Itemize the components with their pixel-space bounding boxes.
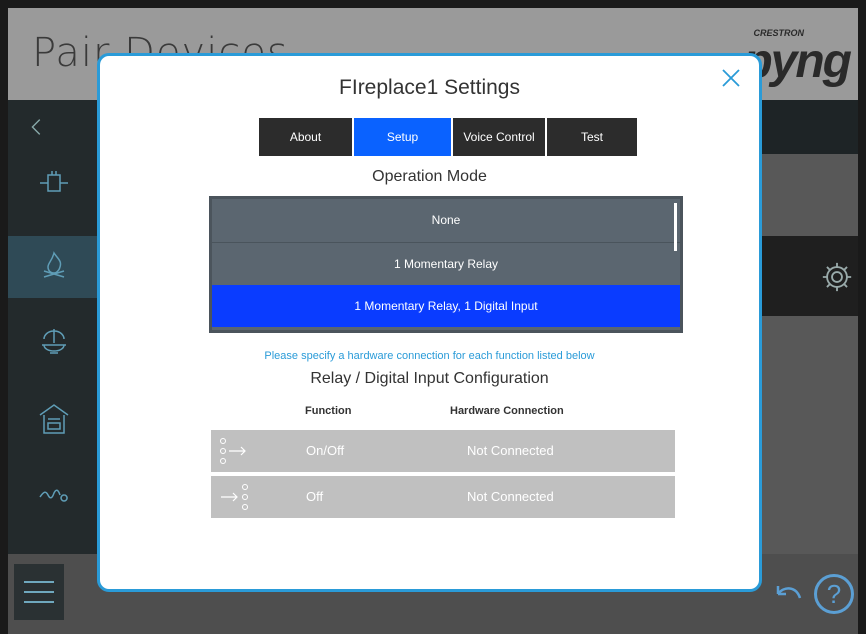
- tab-setup[interactable]: Setup: [354, 118, 451, 156]
- gear-icon[interactable]: [820, 260, 854, 294]
- operation-mode-list[interactable]: None 1 Momentary Relay 1 Momentary Relay…: [209, 196, 683, 333]
- relay-icon: [40, 171, 68, 192]
- sidebar-item-signal[interactable]: [8, 464, 100, 526]
- menu-button[interactable]: [14, 564, 64, 620]
- hardware-value: Not Connected: [467, 489, 554, 504]
- settings-dialog: FIreplace1 Settings About Setup Voice Co…: [97, 53, 762, 592]
- tab-bar: About Setup Voice Control Test: [259, 118, 637, 156]
- tab-voice-control[interactable]: Voice Control: [453, 118, 545, 156]
- close-button[interactable]: [719, 66, 743, 90]
- mode-option-relay-digital-input[interactable]: 1 Momentary Relay, 1 Digital Input: [212, 285, 680, 327]
- back-button[interactable]: [8, 104, 100, 150]
- function-value: Off: [306, 489, 324, 504]
- config-row[interactable]: On/Off Not Connected: [211, 430, 675, 472]
- sidebar-item-fountain[interactable]: [8, 310, 100, 372]
- list-scrollbar[interactable]: [674, 203, 677, 251]
- digital-input-icon: [219, 482, 253, 512]
- signal-icon: [39, 489, 68, 502]
- sidebar-item-relay[interactable]: [8, 152, 100, 214]
- undo-icon[interactable]: [772, 580, 806, 614]
- operation-mode-label: Operation Mode: [372, 168, 487, 185]
- tab-test[interactable]: Test: [547, 118, 637, 156]
- help-button[interactable]: ?: [814, 574, 854, 614]
- mode-option-momentary-relay[interactable]: 1 Momentary Relay: [212, 242, 680, 284]
- hardware-column-header: Hardware Connection: [450, 405, 564, 417]
- function-column-header: Function: [305, 405, 352, 417]
- garage-icon: [39, 404, 69, 434]
- chevron-left-icon: [31, 119, 41, 135]
- close-icon: [722, 69, 740, 87]
- hardware-value: Not Connected: [467, 443, 554, 458]
- relay-output-icon: [219, 436, 253, 466]
- tab-about[interactable]: About: [259, 118, 352, 156]
- fountain-icon: [42, 329, 66, 354]
- hardware-hint: Please specify a hardware connection for…: [264, 350, 595, 362]
- mode-option-none[interactable]: None: [212, 199, 680, 241]
- function-value: On/Off: [306, 443, 345, 458]
- sidebar-item-garage[interactable]: [8, 388, 100, 450]
- hamburger-icon: [24, 581, 54, 583]
- config-row[interactable]: Off Not Connected: [211, 476, 675, 518]
- config-section-title: Relay / Digital Input Configuration: [310, 370, 549, 387]
- dialog-title: FIreplace1 Settings: [339, 76, 520, 99]
- fireplace-icon: [43, 251, 65, 278]
- sidebar-item-fireplace[interactable]: [8, 236, 100, 298]
